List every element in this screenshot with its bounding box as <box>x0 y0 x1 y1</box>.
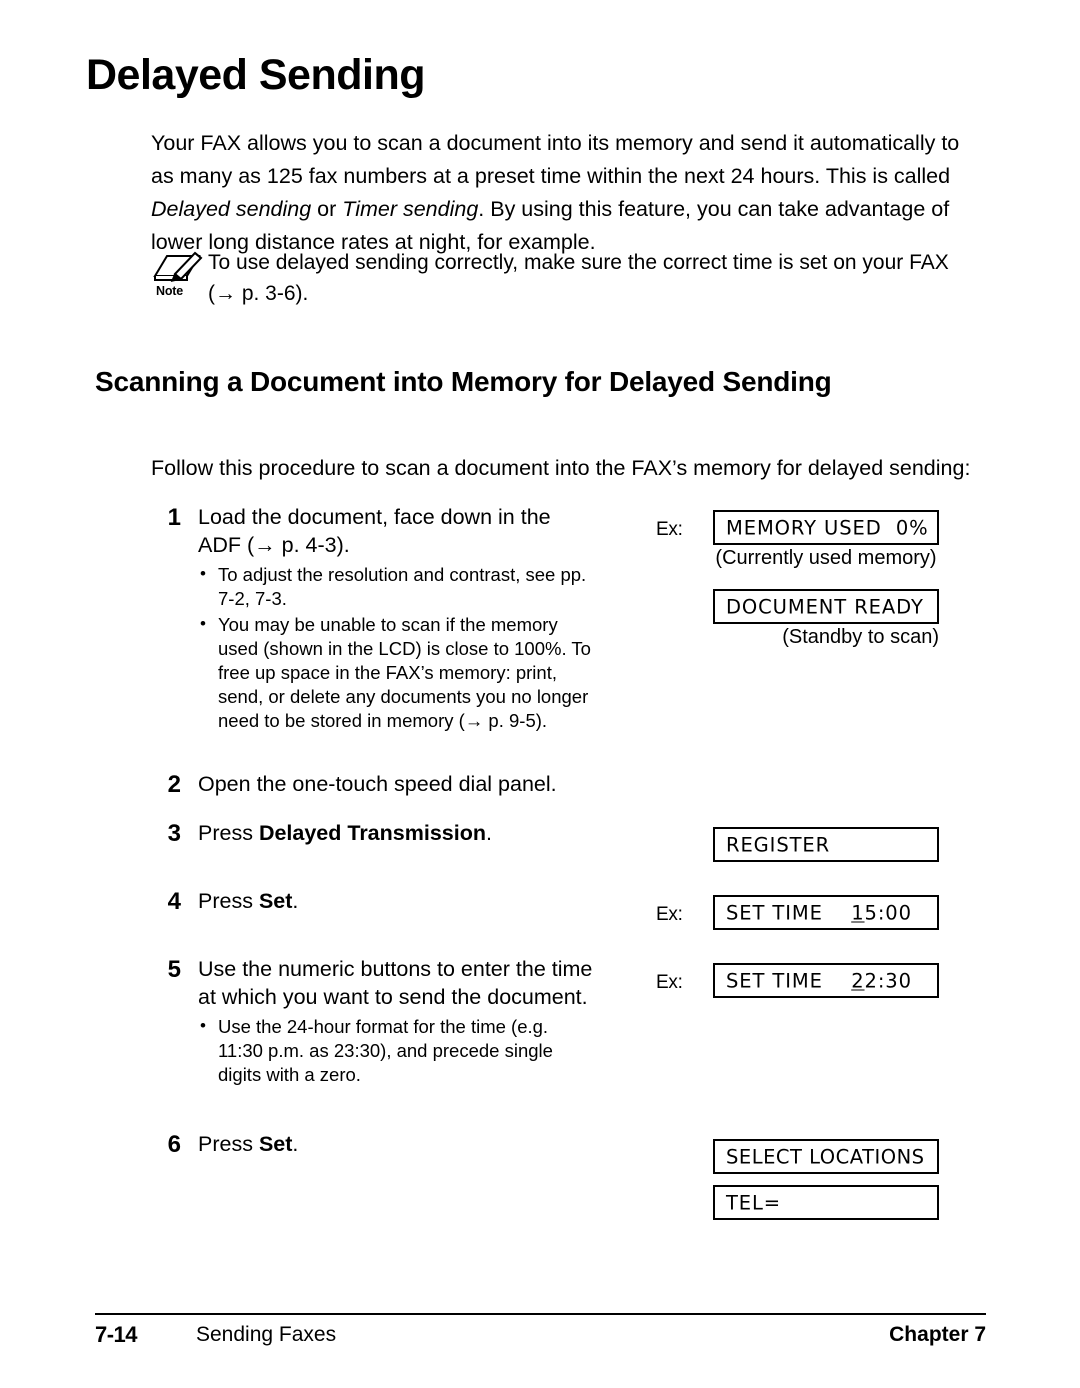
list-item: Use the 24-hour format for the time (e.g… <box>198 1015 598 1087</box>
intro-italic-timer-sending: Timer sending <box>342 196 479 221</box>
list-item: To adjust the resolution and contrast, s… <box>198 563 598 611</box>
intro-paragraph: Your FAX allows you to scan a document i… <box>151 127 979 259</box>
step-4-text-before: Press <box>198 889 259 913</box>
intro-text-part1: Your FAX allows you to scan a document i… <box>151 131 960 188</box>
lcd-caption: (Currently used memory) <box>715 547 937 569</box>
lcd-caption: (Standby to scan) <box>782 626 939 648</box>
step-2-body: Open the one-touch speed dial panel. <box>198 772 557 796</box>
step-4-text-after: . <box>292 889 299 913</box>
step-3-text-after: . <box>485 821 492 845</box>
footer-divider <box>95 1313 986 1315</box>
document-page: Delayed Sending Your FAX allows you to s… <box>0 0 1080 1388</box>
lcd-screen: TEL= <box>713 1185 939 1220</box>
list-item: You may be unable to scan if the memory … <box>198 613 598 733</box>
step-5-text: Use the numeric buttons to enter the tim… <box>198 957 593 1009</box>
intro-text-part2: or <box>311 196 343 221</box>
step-6-key-label: Set <box>258 1132 293 1156</box>
lcd-cursor-digit: 2 <box>851 969 865 992</box>
example-label: Ex: <box>656 904 683 925</box>
note-text: To use delayed sending correctly, make s… <box>208 248 988 310</box>
note-line-2: (→ p. 3-6). <box>208 281 309 305</box>
lcd-screen-text: TEL= <box>726 1191 782 1214</box>
page-title: Delayed Sending <box>86 51 425 99</box>
step-1-bullets: To adjust the resolution and contrast, s… <box>198 563 598 733</box>
step-6-number: 6 <box>167 1131 181 1158</box>
lcd-screen-text: MEMORY USED 0% <box>726 516 929 539</box>
lcd-text-prefix: SET TIME <box>726 901 852 924</box>
step-5-bullets: Use the 24-hour format for the time (e.g… <box>198 1015 598 1087</box>
example-label: Ex: <box>656 519 683 540</box>
note-line-1: To use delayed sending correctly, make s… <box>208 251 949 274</box>
lcd-screen: SET TIME 22:30 <box>713 963 939 998</box>
lcd-cursor-digit: 1 <box>851 901 865 924</box>
example-label: Ex: <box>656 972 683 993</box>
lcd-screen-text: REGISTER <box>726 833 831 856</box>
intro-italic-delayed-sending: Delayed sending <box>151 196 312 221</box>
step-4-number: 4 <box>167 888 181 915</box>
lcd-screen-text: SELECT LOCATIONS <box>726 1145 925 1168</box>
step-1-number: 1 <box>167 504 181 531</box>
lcd-screen: DOCUMENT READY <box>713 589 939 624</box>
lcd-screen: SET TIME 15:00 <box>713 895 939 930</box>
step-6-text-before: Press <box>198 1132 259 1156</box>
step-4-body: Press Set. <box>198 888 638 916</box>
step-4-key-label: Set <box>258 889 293 913</box>
step-5-number: 5 <box>167 956 181 983</box>
step-5-body: Use the numeric buttons to enter the tim… <box>198 956 598 1087</box>
step-3-text-before: Press <box>198 821 259 845</box>
lcd-screen-text: DOCUMENT READY <box>726 595 924 618</box>
note-label: Note <box>156 284 183 298</box>
step-2-number: 2 <box>167 771 181 798</box>
step-3-body: Press Delayed Transmission. <box>198 820 638 848</box>
footer-page-number: 7-14 <box>95 1322 138 1347</box>
step-3-number: 3 <box>167 820 181 847</box>
step-1-text: Load the document, face down in the ADF … <box>198 505 551 557</box>
lcd-text-suffix: 5:00 <box>864 901 912 924</box>
step-3-key-label: Delayed Transmission <box>258 821 486 845</box>
lcd-screen-text: SET TIME 15:00 <box>726 901 912 924</box>
lcd-screen: SELECT LOCATIONS <box>713 1139 939 1174</box>
section-lead: Follow this procedure to scan a document… <box>151 456 971 480</box>
lcd-text-suffix: 2:30 <box>864 969 912 992</box>
footer-chapter: Chapter 7 <box>889 1323 986 1346</box>
section-heading: Scanning a Document into Memory for Dela… <box>95 366 832 397</box>
lcd-screen: REGISTER <box>713 827 939 862</box>
step-1-body: Load the document, face down in the ADF … <box>198 504 598 733</box>
lcd-screen: MEMORY USED 0% <box>713 510 939 545</box>
lcd-text-prefix: SET TIME <box>726 969 852 992</box>
step-6-text-after: . <box>292 1132 299 1156</box>
lcd-screen-text: SET TIME 22:30 <box>726 969 912 992</box>
footer-section-name: Sending Faxes <box>196 1323 337 1346</box>
step-6-body: Press Set. <box>198 1131 638 1159</box>
